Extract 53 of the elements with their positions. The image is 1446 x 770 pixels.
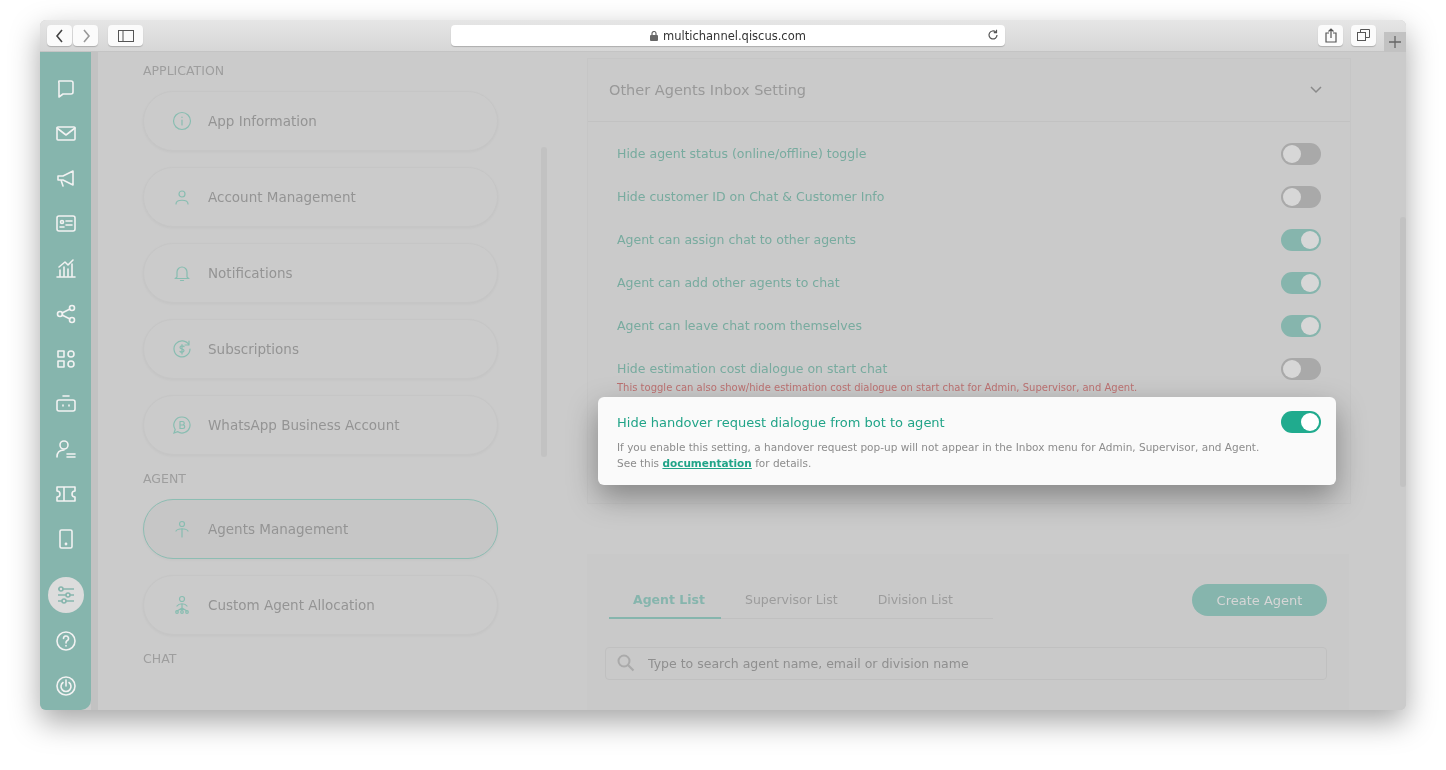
share-icon bbox=[1324, 28, 1337, 43]
setting-label: Agent can add other agents to chat bbox=[617, 275, 840, 290]
back-button[interactable] bbox=[47, 25, 72, 46]
user-icon bbox=[172, 187, 192, 207]
setting-description: If you enable this setting, a handover request pop-up will not appear in the Inbox menu for Admin, Supervisor, and Agent. See this documentation for details. bbox=[617, 440, 1261, 471]
url-text: multichannel.qiscus.com bbox=[663, 28, 806, 43]
setting-label: Hide estimation cost dialogue on start chat bbox=[617, 361, 888, 376]
documentation-link[interactable]: documentation bbox=[662, 457, 752, 469]
ticket-icon bbox=[54, 483, 77, 505]
setting-label: Hide customer ID on Chat & Customer Info bbox=[617, 189, 885, 204]
toggle-switch[interactable] bbox=[1281, 411, 1321, 433]
toggle-switch[interactable] bbox=[1281, 228, 1321, 251]
search-icon bbox=[617, 654, 635, 672]
address-bar[interactable]: multichannel.qiscus.com bbox=[451, 25, 1005, 46]
user-list-icon bbox=[54, 438, 77, 460]
sidebar-toggle-button[interactable] bbox=[108, 25, 143, 46]
setting-label: Hide agent status (online/offline) toggle bbox=[617, 146, 867, 161]
toggle-switch[interactable] bbox=[1281, 185, 1321, 208]
toggle-switch[interactable] bbox=[1281, 357, 1321, 380]
setting-note: This toggle can also show/hide estimation cost dialogue on start chat for Admin, Supervisor, and Agent. bbox=[617, 382, 1139, 393]
bar-chart-icon bbox=[54, 258, 77, 280]
setting-label: Agent can assign chat to other agents bbox=[617, 232, 857, 247]
plus-icon bbox=[1388, 35, 1402, 49]
power-icon bbox=[54, 675, 77, 697]
toggle-switch[interactable] bbox=[1281, 142, 1321, 165]
toggle-switch[interactable] bbox=[1281, 271, 1321, 294]
grid-icon bbox=[54, 348, 77, 370]
reload-icon[interactable] bbox=[987, 29, 999, 41]
create-agent-button[interactable]: Create Agent bbox=[1192, 584, 1327, 616]
dollar-cycle-icon bbox=[172, 339, 192, 359]
setting-label: Agent can leave chat room themselves bbox=[617, 318, 862, 333]
megaphone-icon bbox=[54, 168, 77, 190]
toggle-switch[interactable] bbox=[1281, 314, 1321, 337]
search-field[interactable]: Type to search agent name, email or division name bbox=[605, 647, 1327, 680]
chevron-left-icon bbox=[54, 28, 65, 43]
share-nodes-icon bbox=[54, 303, 77, 325]
contact-card-icon bbox=[54, 213, 77, 235]
robot-icon bbox=[54, 393, 77, 415]
setting-label: Hide handover request dialogue from bot to agent bbox=[617, 414, 945, 430]
tab[interactable]: Agent List bbox=[609, 581, 721, 619]
person-branches-icon bbox=[172, 595, 192, 615]
nav-button[interactable] bbox=[47, 577, 84, 613]
overlapping-squares-icon bbox=[1357, 29, 1370, 42]
help-icon bbox=[54, 630, 77, 652]
info-icon bbox=[172, 111, 192, 131]
bell-icon bbox=[172, 263, 192, 283]
share-button[interactable] bbox=[1318, 25, 1343, 46]
chat-b-icon bbox=[172, 415, 192, 435]
lock-icon bbox=[650, 30, 659, 41]
new-tab-button[interactable] bbox=[1384, 32, 1406, 52]
sidebar-icon bbox=[117, 29, 134, 42]
chevron-right-icon bbox=[80, 28, 91, 43]
tabs-button[interactable] bbox=[1351, 25, 1376, 46]
